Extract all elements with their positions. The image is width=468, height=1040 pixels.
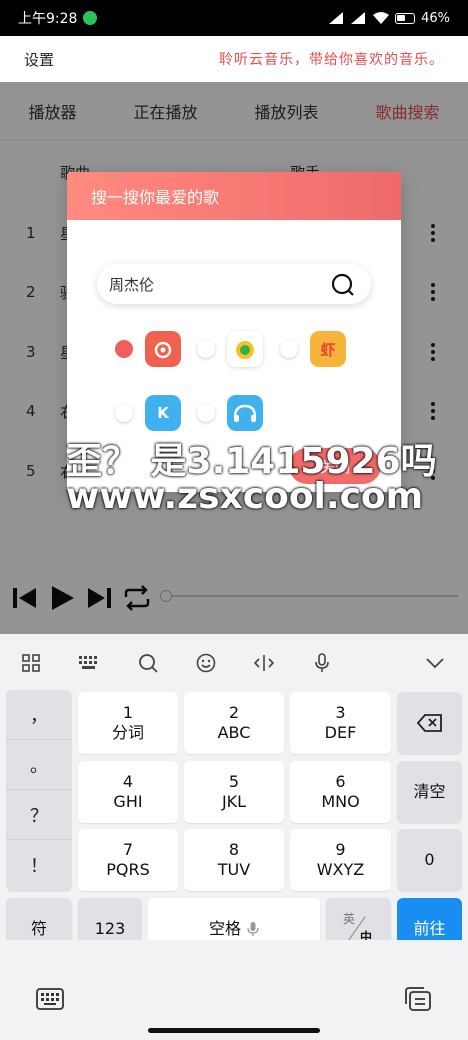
key-letters: MNO: [321, 792, 360, 811]
key-7[interactable]: 7 PQRS: [78, 829, 178, 891]
key-letters: 分词: [111, 723, 144, 742]
backspace-key[interactable]: [397, 692, 462, 754]
baidu-music-icon[interactable]: [227, 395, 263, 431]
keyboard-toolbar: [0, 634, 468, 690]
key-6[interactable]: 6 MNO: [290, 761, 391, 823]
key-number: 0: [424, 850, 435, 869]
key-3[interactable]: 3 DEF: [290, 692, 391, 754]
status-indicators: 46%: [329, 11, 450, 26]
punctuation-period-key[interactable]: 。: [6, 740, 72, 790]
kugou-music-icon[interactable]: K: [145, 395, 181, 431]
key-number: 1: [122, 703, 134, 722]
search-icon[interactable]: [331, 273, 355, 297]
key-number: 3: [335, 703, 346, 722]
punctuation-question-key[interactable]: ？: [6, 790, 72, 840]
clear-key-label: 清空: [413, 782, 446, 801]
signal-icon: [329, 12, 344, 24]
search-input[interactable]: 周杰伦: [97, 264, 371, 304]
battery-icon: [395, 12, 416, 24]
settings-link[interactable]: 设置: [24, 49, 54, 70]
header-slogan: 聆听云音乐，带给你喜欢的音乐。: [219, 52, 444, 68]
key-2[interactable]: 2 ABC: [184, 692, 284, 754]
key-number: 5: [228, 772, 240, 791]
clear-key[interactable]: 清空: [397, 761, 462, 823]
screen: 上午9:28 46% 设置 聆听云音乐，带给你喜欢的音乐。 播放器 正在播放 播…: [0, 0, 468, 1040]
key-number: 7: [122, 840, 134, 859]
battery-level: 46%: [421, 10, 450, 26]
backspace-icon: [416, 714, 442, 732]
space-key-label: 空格: [208, 919, 241, 938]
key-0[interactable]: 0: [397, 829, 462, 891]
navigation-bar: [0, 940, 468, 1040]
go-key-label: 前往: [413, 919, 446, 938]
search-icon[interactable]: [137, 652, 159, 674]
key-letters: PQRS: [106, 860, 150, 879]
qq-music-icon[interactable]: [227, 331, 263, 367]
cursor-move-icon[interactable]: [253, 652, 275, 674]
xiami-music-icon[interactable]: 虾: [310, 331, 346, 367]
key-number: 8: [228, 840, 240, 859]
key-1[interactable]: 1 分词: [78, 692, 178, 754]
key-4[interactable]: 4 GHI: [78, 761, 178, 823]
xiami-glyph: 虾: [320, 340, 336, 359]
key-number: 4: [122, 772, 134, 791]
key-8[interactable]: 8 TUV: [184, 829, 284, 891]
key-number: 2: [228, 703, 240, 722]
source-radio-kugou[interactable]: [115, 404, 133, 422]
status-time: 上午9:28: [18, 11, 78, 27]
app-header: 设置 聆听云音乐，带给你喜欢的音乐。: [0, 36, 468, 82]
key-number: 9: [335, 840, 346, 859]
dialog-title: 搜一搜你最爱的歌: [67, 172, 401, 220]
key-letters: WXYZ: [316, 860, 365, 879]
grid-menu-icon[interactable]: [20, 652, 42, 674]
wechat-notification-icon: [83, 11, 98, 25]
key-letters: GHI: [113, 792, 143, 811]
key-9[interactable]: 9 WXYZ: [290, 829, 391, 891]
status-bar: 上午9:28 46%: [0, 0, 468, 36]
symbol-key-label: 符: [30, 919, 47, 938]
source-radio-qq[interactable]: [197, 340, 215, 358]
key-5[interactable]: 5 JKL: [184, 761, 284, 823]
emoji-icon[interactable]: [195, 652, 217, 674]
key-letters: TUV: [217, 860, 251, 879]
kugou-glyph: K: [157, 404, 169, 422]
source-radio-baidu[interactable]: [197, 404, 215, 422]
search-input-value: 周杰伦: [109, 275, 155, 294]
numeric-key-label: 123: [94, 919, 126, 938]
keyboard-icon[interactable]: [36, 988, 64, 1010]
microphone-icon[interactable]: [311, 652, 333, 674]
clipboard-icon[interactable]: [404, 986, 432, 1012]
lang-english-label: 英: [343, 912, 356, 926]
watermark-line2: www.zsxcool.com: [66, 476, 424, 517]
source-radio-netease[interactable]: [115, 340, 133, 358]
punctuation-column: ， 。 ？ ！: [6, 690, 72, 892]
key-letters: DEF: [324, 723, 357, 742]
home-indicator[interactable]: [148, 1028, 320, 1033]
source-radio-xiami[interactable]: [280, 340, 298, 358]
chevron-down-icon[interactable]: [424, 652, 446, 674]
signal-icon-2: [351, 12, 366, 24]
punctuation-comma-key[interactable]: ，: [6, 690, 72, 740]
netease-music-icon[interactable]: [145, 331, 181, 367]
keyboard-layout-icon[interactable]: [78, 652, 100, 674]
key-number: 6: [335, 772, 346, 791]
punctuation-exclaim-key[interactable]: ！: [6, 840, 72, 890]
key-letters: JKL: [221, 792, 247, 811]
key-letters: ABC: [217, 723, 251, 742]
microphone-icon: [247, 922, 259, 936]
wifi-icon: [373, 12, 390, 24]
